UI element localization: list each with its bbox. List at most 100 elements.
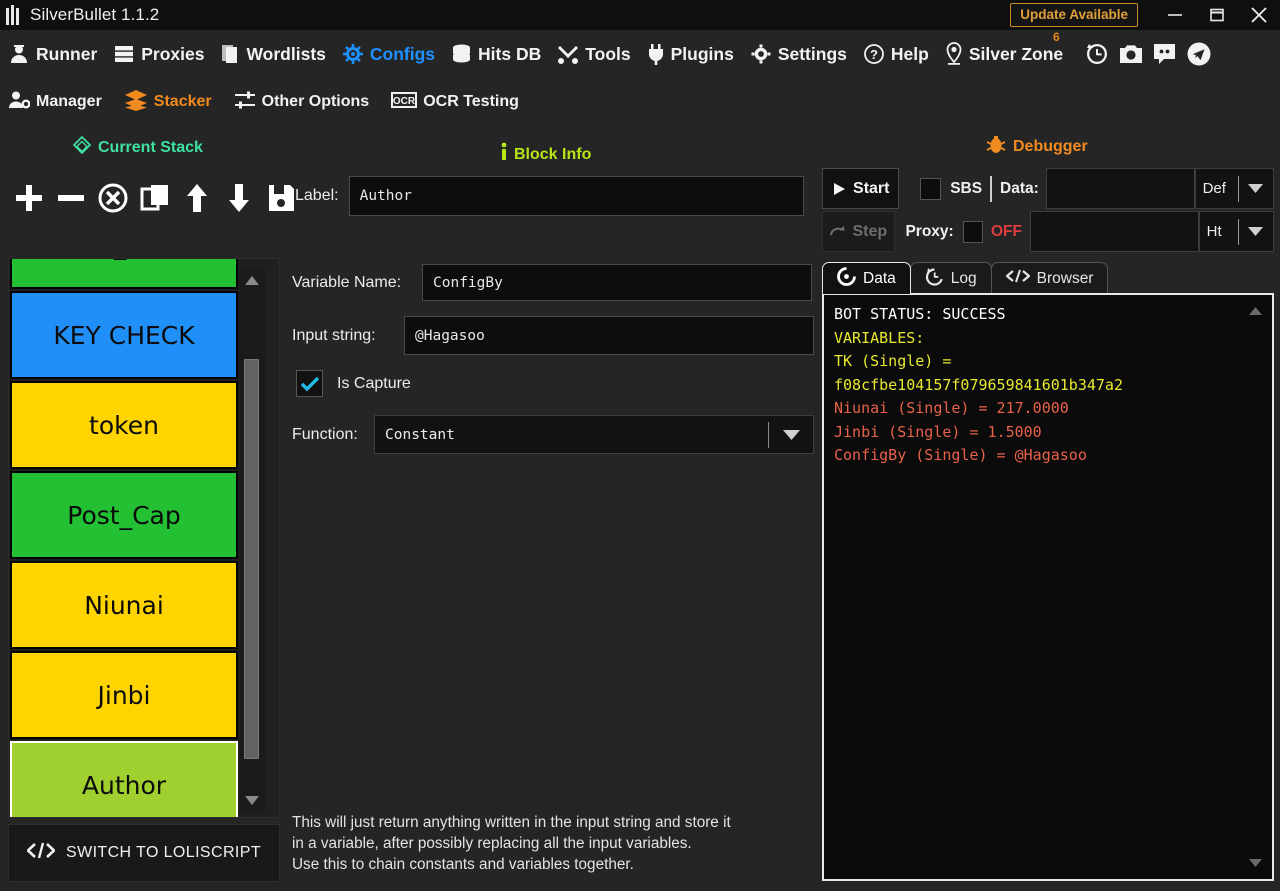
tab-log[interactable]: Log (910, 262, 992, 294)
nav-label: Tools (585, 44, 630, 65)
subnav-item-manager[interactable]: Manager (8, 90, 102, 115)
move-up-icon[interactable] (176, 178, 218, 218)
sub-navigation: Manager Stacker Other Options OCR OCR Te… (0, 84, 1280, 120)
debugger-scrollbar[interactable] (1242, 299, 1268, 875)
stack-block[interactable]: Niunai (10, 561, 238, 649)
function-select[interactable]: Constant (374, 415, 814, 454)
nav-label: Configs (370, 44, 435, 65)
move-down-icon[interactable] (218, 178, 260, 218)
remove-block-icon[interactable] (50, 178, 92, 218)
update-available-button[interactable]: Update Available (1010, 3, 1138, 28)
gear-icon (750, 43, 772, 65)
add-block-icon[interactable] (8, 178, 50, 218)
is-capture-label: Is Capture (337, 375, 411, 393)
stack-blocks-panel[interactable]: Post_Data KEY CHECK tokenPost_CapNiunai Jin… (8, 258, 280, 818)
stack-block[interactable]: Author (10, 741, 238, 818)
variable-name-input[interactable]: ConfigBy (422, 264, 812, 301)
camera-icon[interactable] (1117, 41, 1144, 68)
data-type-select[interactable]: Def (1195, 168, 1274, 209)
stack-block-label: Author (82, 771, 166, 800)
diamond-icon (72, 135, 92, 160)
function-row: Function: Constant (292, 415, 814, 454)
label-input[interactable]: Author (349, 176, 804, 216)
nav-label: Help (891, 44, 929, 65)
sbs-label: SBS (950, 180, 982, 198)
nav-item-wordlists[interactable]: Wordlists (220, 43, 325, 65)
step-icon (829, 224, 846, 239)
scroll-up-icon[interactable] (1248, 299, 1263, 323)
nav-item-silver-zone[interactable]: Silver Zone (945, 42, 1063, 66)
history-icon[interactable] (1083, 41, 1110, 68)
scrollbar-track[interactable] (239, 293, 265, 787)
debugger-output-panel[interactable]: BOT STATUS: SUCCESSVARIABLES:TK (Single)… (822, 293, 1274, 881)
start-button[interactable]: Start (822, 168, 899, 209)
proxy-type-value: Ht (1200, 223, 1238, 240)
proxy-input[interactable] (1030, 211, 1199, 252)
stack-block[interactable]: Jinbi (10, 651, 238, 739)
sbs-checkbox[interactable] (920, 178, 941, 200)
duplicate-block-icon[interactable] (134, 178, 176, 218)
tab-data[interactable]: Data (822, 262, 911, 294)
nav-item-plugins[interactable]: Plugins (647, 43, 734, 65)
function-caption: Function: (292, 426, 374, 444)
wordlists-icon (220, 43, 240, 65)
help-icon: ? (863, 43, 885, 65)
switch-to-loliscript-button[interactable]: SWITCH TO LOLISCRIPT (8, 824, 280, 882)
quick-action-icons (1083, 41, 1212, 68)
discord-icon[interactable] (1151, 41, 1178, 68)
clear-blocks-icon[interactable] (92, 178, 134, 218)
heading-label: Block Info (514, 146, 591, 164)
stack-scrollbar[interactable] (239, 267, 265, 813)
chevron-down-icon (1239, 183, 1273, 194)
scroll-down-icon[interactable] (1248, 851, 1263, 875)
app-title: SilverBullet 1.1.2 (30, 5, 159, 25)
play-icon (831, 181, 847, 197)
close-button[interactable] (1238, 0, 1280, 30)
proxy-type-select[interactable]: Ht (1199, 211, 1274, 252)
stack-block[interactable]: Post_Data (10, 258, 238, 289)
stack-block[interactable]: KEY CHECK (10, 291, 238, 379)
plugin-icon (647, 43, 665, 65)
debugger-output-text: BOT STATUS: SUCCESSVARIABLES:TK (Single)… (824, 295, 1272, 476)
stack-block-label: KEY CHECK (53, 321, 194, 350)
nav-item-configs[interactable]: Configs (342, 43, 435, 65)
input-string-input[interactable]: @Hagasoo (404, 316, 814, 355)
debugger-output-line: f08cfbe104157f079659841601b347a2 (834, 374, 1262, 398)
subnav-item-ocr-testing[interactable]: OCR OCR Testing (391, 91, 519, 114)
data-input[interactable] (1046, 168, 1194, 209)
heading-label: Debugger (1013, 138, 1088, 156)
nav-label: Runner (36, 44, 97, 65)
description-line: in a variable, after possibly replacing … (292, 833, 812, 854)
is-capture-checkbox[interactable] (296, 370, 323, 397)
nav-item-proxies[interactable]: Proxies (113, 44, 204, 65)
stack-block[interactable]: token (10, 381, 238, 469)
stack-block[interactable]: Post_Cap (10, 471, 238, 559)
proxies-icon (113, 44, 135, 64)
nav-item-hits-db[interactable]: Hits DB (451, 43, 541, 65)
svg-text:OCR: OCR (393, 96, 416, 107)
debugger-output-line: Jinbi (Single) = 1.5000 (834, 421, 1262, 445)
block-description: This will just return anything written i… (292, 812, 812, 875)
configs-icon (342, 43, 364, 65)
nav-label: Wordlists (246, 44, 325, 65)
tab-browser[interactable]: Browser (991, 262, 1109, 294)
stack-block-label: Jinbi (98, 681, 151, 710)
label-caption: Label: (295, 187, 339, 205)
nav-item-help[interactable]: ? Help (863, 43, 929, 65)
subnav-item-stacker[interactable]: Stacker (124, 89, 212, 116)
nav-item-tools[interactable]: Tools (557, 43, 630, 65)
telegram-icon[interactable] (1185, 41, 1212, 68)
minimize-button[interactable] (1154, 0, 1196, 30)
subnav-item-other-options[interactable]: Other Options (234, 90, 370, 115)
nav-item-runner[interactable]: Runner (8, 43, 97, 65)
maximize-button[interactable] (1196, 0, 1238, 30)
step-button[interactable]: Step (822, 211, 895, 252)
database-icon (451, 43, 472, 65)
proxy-checkbox[interactable] (963, 221, 983, 243)
nav-item-settings[interactable]: Settings (750, 43, 847, 65)
code-icon (1006, 269, 1030, 288)
heading-label: Current Stack (98, 139, 203, 157)
scroll-up-icon[interactable] (244, 267, 260, 293)
scroll-down-icon[interactable] (244, 787, 260, 813)
scrollbar-thumb[interactable] (244, 359, 259, 759)
